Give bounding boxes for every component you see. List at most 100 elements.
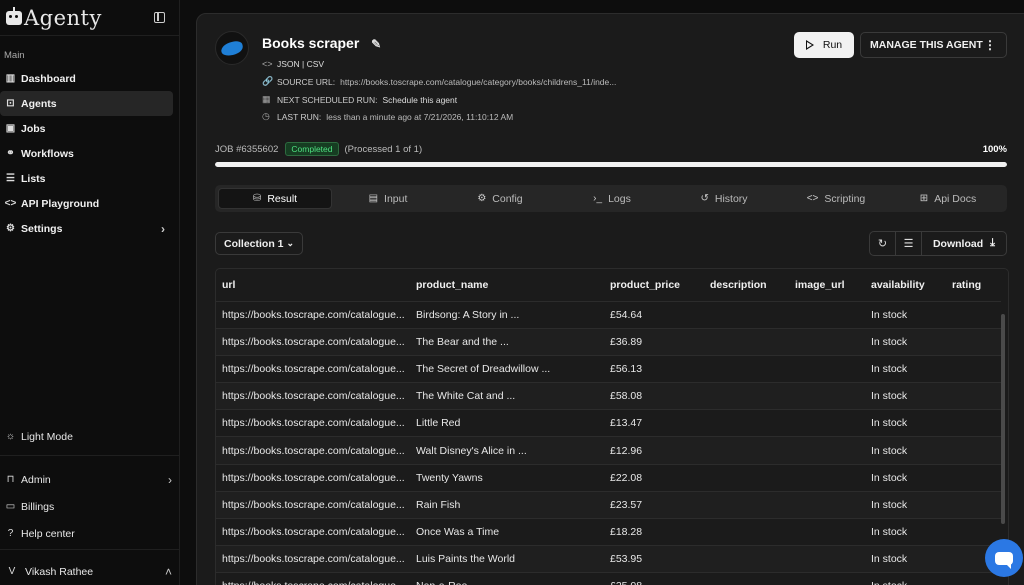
table-row[interactable]: https://books.toscrape.com/catalogue... … [216,491,1001,520]
package-icon: ⊞ [919,193,929,204]
table-row[interactable]: https://books.toscrape.com/catalogue... … [216,518,1001,547]
cell-availability: In stock [865,328,946,356]
tab-scripting[interactable]: <> Scripting [780,188,892,209]
cell-description [704,572,789,585]
list-view-icon[interactable]: ☰ [896,232,922,255]
cell-product-name: Luis Paints the World [410,545,604,574]
cell-rating [946,328,1001,356]
column-header-description[interactable]: description [704,269,789,302]
cell-availability: In stock [865,518,946,547]
table-row[interactable]: https://books.toscrape.com/catalogue... … [216,409,1001,438]
source-url-value[interactable]: https://books.toscrape.com/catalogue/cat… [340,77,616,87]
sidebar-item-settings[interactable]: ⚙ Settings › [0,216,173,241]
collection-selected: Collection 1 [224,237,284,250]
sidebar-item-label: Settings [21,222,63,235]
refresh-icon[interactable]: ↻ [870,232,896,255]
cell-rating [946,301,1001,329]
cell-availability: In stock [865,382,946,411]
chevron-right-icon: › [168,472,172,487]
user-menu[interactable]: V Vikash Rathee ˄ [0,558,180,585]
column-header-product-name[interactable]: product_name [410,269,604,302]
manage-agent-button[interactable]: MANAGE THIS AGENT ⋮ [860,32,1007,58]
agent-next-run: ▦ NEXT SCHEDULED RUN: Schedule this agen… [262,94,457,105]
tab-label: Scripting [824,192,866,205]
cell-description [704,464,789,492]
cell-product-price: £36.89 [604,328,704,356]
chevron-down-icon: ⌄ [286,238,294,248]
download-button[interactable]: Download ⤓ [922,237,1006,250]
table-row[interactable]: https://books.toscrape.com/catalogue... … [216,301,1001,329]
sidebar-item-agents[interactable]: ⊡ Agents [0,91,173,116]
cell-product-price: £18.28 [604,518,704,547]
box-icon: ▣ [5,123,16,134]
table-row[interactable]: https://books.toscrape.com/catalogue... … [216,436,1001,465]
table-row[interactable]: https://books.toscrape.com/catalogue... … [216,545,1001,574]
sidebar-item-label: Help center [21,527,75,540]
table-row[interactable]: https://books.toscrape.com/catalogue... … [216,464,1001,492]
sidebar-collapse-icon[interactable] [154,12,165,23]
play-icon [805,40,814,50]
cell-product-price: £54.64 [604,301,704,329]
format-value: JSON | CSV [277,59,325,69]
agent-logo-icon [219,39,245,57]
tab-logs[interactable]: ›_ Logs [556,188,668,209]
download-icon: ⤓ [990,237,996,249]
cell-product-price: £13.47 [604,409,704,438]
column-header-rating[interactable]: rating [946,269,1001,302]
cell-url: https://books.toscrape.com/catalogue... [216,545,410,574]
sidebar-item-api-playground[interactable]: <> API Playground [0,191,173,216]
sidebar-item-label: Jobs [21,122,46,135]
cell-image-url [789,301,865,329]
column-header-availability[interactable]: availability [865,269,946,302]
cell-product-name: The White Cat and ... [410,382,604,411]
tab-api-docs[interactable]: ⊞ Api Docs [892,188,1004,209]
edit-pencil-icon[interactable]: ✎ [371,37,381,51]
collection-select[interactable]: Collection 1 ⌄ [215,232,303,255]
chat-button[interactable] [985,539,1023,577]
light-mode-toggle[interactable]: ☼ Light Mode [0,423,180,450]
table-row[interactable]: https://books.toscrape.com/catalogue... … [216,572,1001,585]
schedule-link[interactable]: Schedule this agent [382,95,457,105]
table-row[interactable]: https://books.toscrape.com/catalogue... … [216,328,1001,356]
more-vertical-icon[interactable]: ⋮ [984,38,996,52]
cell-availability: In stock [865,572,946,585]
user-menu-row[interactable]: V Vikash Rathee ˄ [0,558,180,585]
sidebar-item-admin[interactable]: ⊓ Admin › [0,466,180,493]
database-icon: ⛁ [252,193,262,204]
tab-history[interactable]: ↺ History [668,188,780,209]
tab-input[interactable]: ▤ Input [332,188,444,209]
cell-url: https://books.toscrape.com/catalogue... [216,409,410,438]
cell-product-price: £56.13 [604,355,704,384]
run-label: Run [822,39,843,51]
agent-detail-panel: Books scraper ✎ <> JSON | CSV 🔗 SOURCE U… [196,13,1024,585]
link-icon: 🔗 [262,76,274,86]
cell-availability: In stock [865,545,946,574]
sidebar-item-lists[interactable]: ☰ Lists [0,166,173,191]
table-row[interactable]: https://books.toscrape.com/catalogue... … [216,382,1001,411]
lock-icon: ⊓ [6,474,15,485]
code-icon: <> [262,59,273,69]
table-row[interactable]: https://books.toscrape.com/catalogue... … [216,355,1001,384]
table-scrollbar[interactable] [1001,314,1005,524]
cell-url: https://books.toscrape.com/catalogue... [216,491,410,520]
column-header-url[interactable]: url [216,269,410,302]
cell-image-url [789,491,865,520]
sidebar-item-jobs[interactable]: ▣ Jobs [0,116,173,141]
tab-config[interactable]: ⚙ Config [444,188,556,209]
cell-rating [946,409,1001,438]
column-header-image-url[interactable]: image_url [789,269,865,302]
cell-product-name: Little Red [410,409,604,438]
column-header-product-price[interactable]: product_price [604,269,704,302]
sidebar-item-help-center[interactable]: ? Help center [0,520,180,547]
cell-product-name: Walt Disney's Alice in ... [410,436,604,465]
cell-image-url [789,545,865,574]
run-button[interactable]: Run [794,32,854,58]
cell-description [704,491,789,520]
terminal-icon: ›_ [593,193,603,204]
sidebar-item-billings[interactable]: ▭ Billings [0,493,180,520]
tab-result[interactable]: ⛁ Result [218,188,332,209]
sidebar-item-dashboard[interactable]: ▥ Dashboard [0,66,173,91]
sidebar-item-workflows[interactable]: ⚭ Workflows [0,141,173,166]
manage-label: MANAGE THIS AGENT [870,39,983,51]
sidebar-divider [0,549,180,550]
